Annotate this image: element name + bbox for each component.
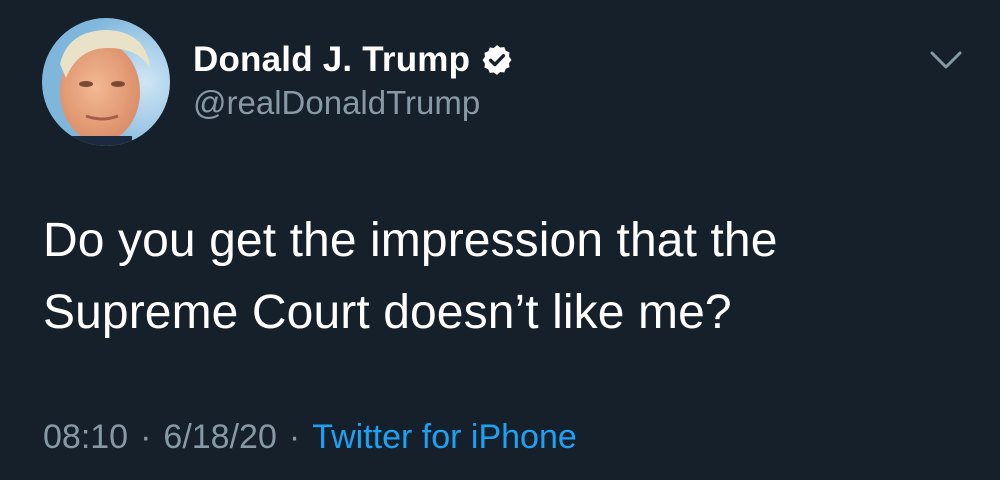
tweet-source-link[interactable]: Twitter for iPhone (312, 418, 577, 457)
meta-separator: · (140, 418, 152, 456)
name-row: Donald J. Trump (193, 38, 514, 82)
user-handle[interactable]: @realDonaldTrump (193, 84, 480, 122)
avatar-image (42, 18, 170, 146)
tweet-text-line-1: Do you get the impression that the (43, 214, 778, 267)
chevron-down-icon[interactable] (928, 48, 964, 72)
tweet-text: Do you get the impression that the Supre… (43, 205, 963, 349)
tweet-meta: 08:10 · 6/18/20 · Twitter for iPhone (43, 418, 577, 457)
tweet-date[interactable]: 6/18/20 (163, 418, 276, 457)
tweet-card: Donald J. Trump @realDonaldTrump Do you … (0, 0, 1000, 480)
tweet-time[interactable]: 08:10 (43, 418, 128, 457)
display-name[interactable]: Donald J. Trump (193, 40, 470, 80)
avatar[interactable] (42, 18, 170, 146)
meta-separator: · (288, 418, 301, 456)
tweet-text-line-2: Supreme Court doesn’t like me? (43, 286, 732, 339)
verified-badge-icon (480, 43, 514, 77)
